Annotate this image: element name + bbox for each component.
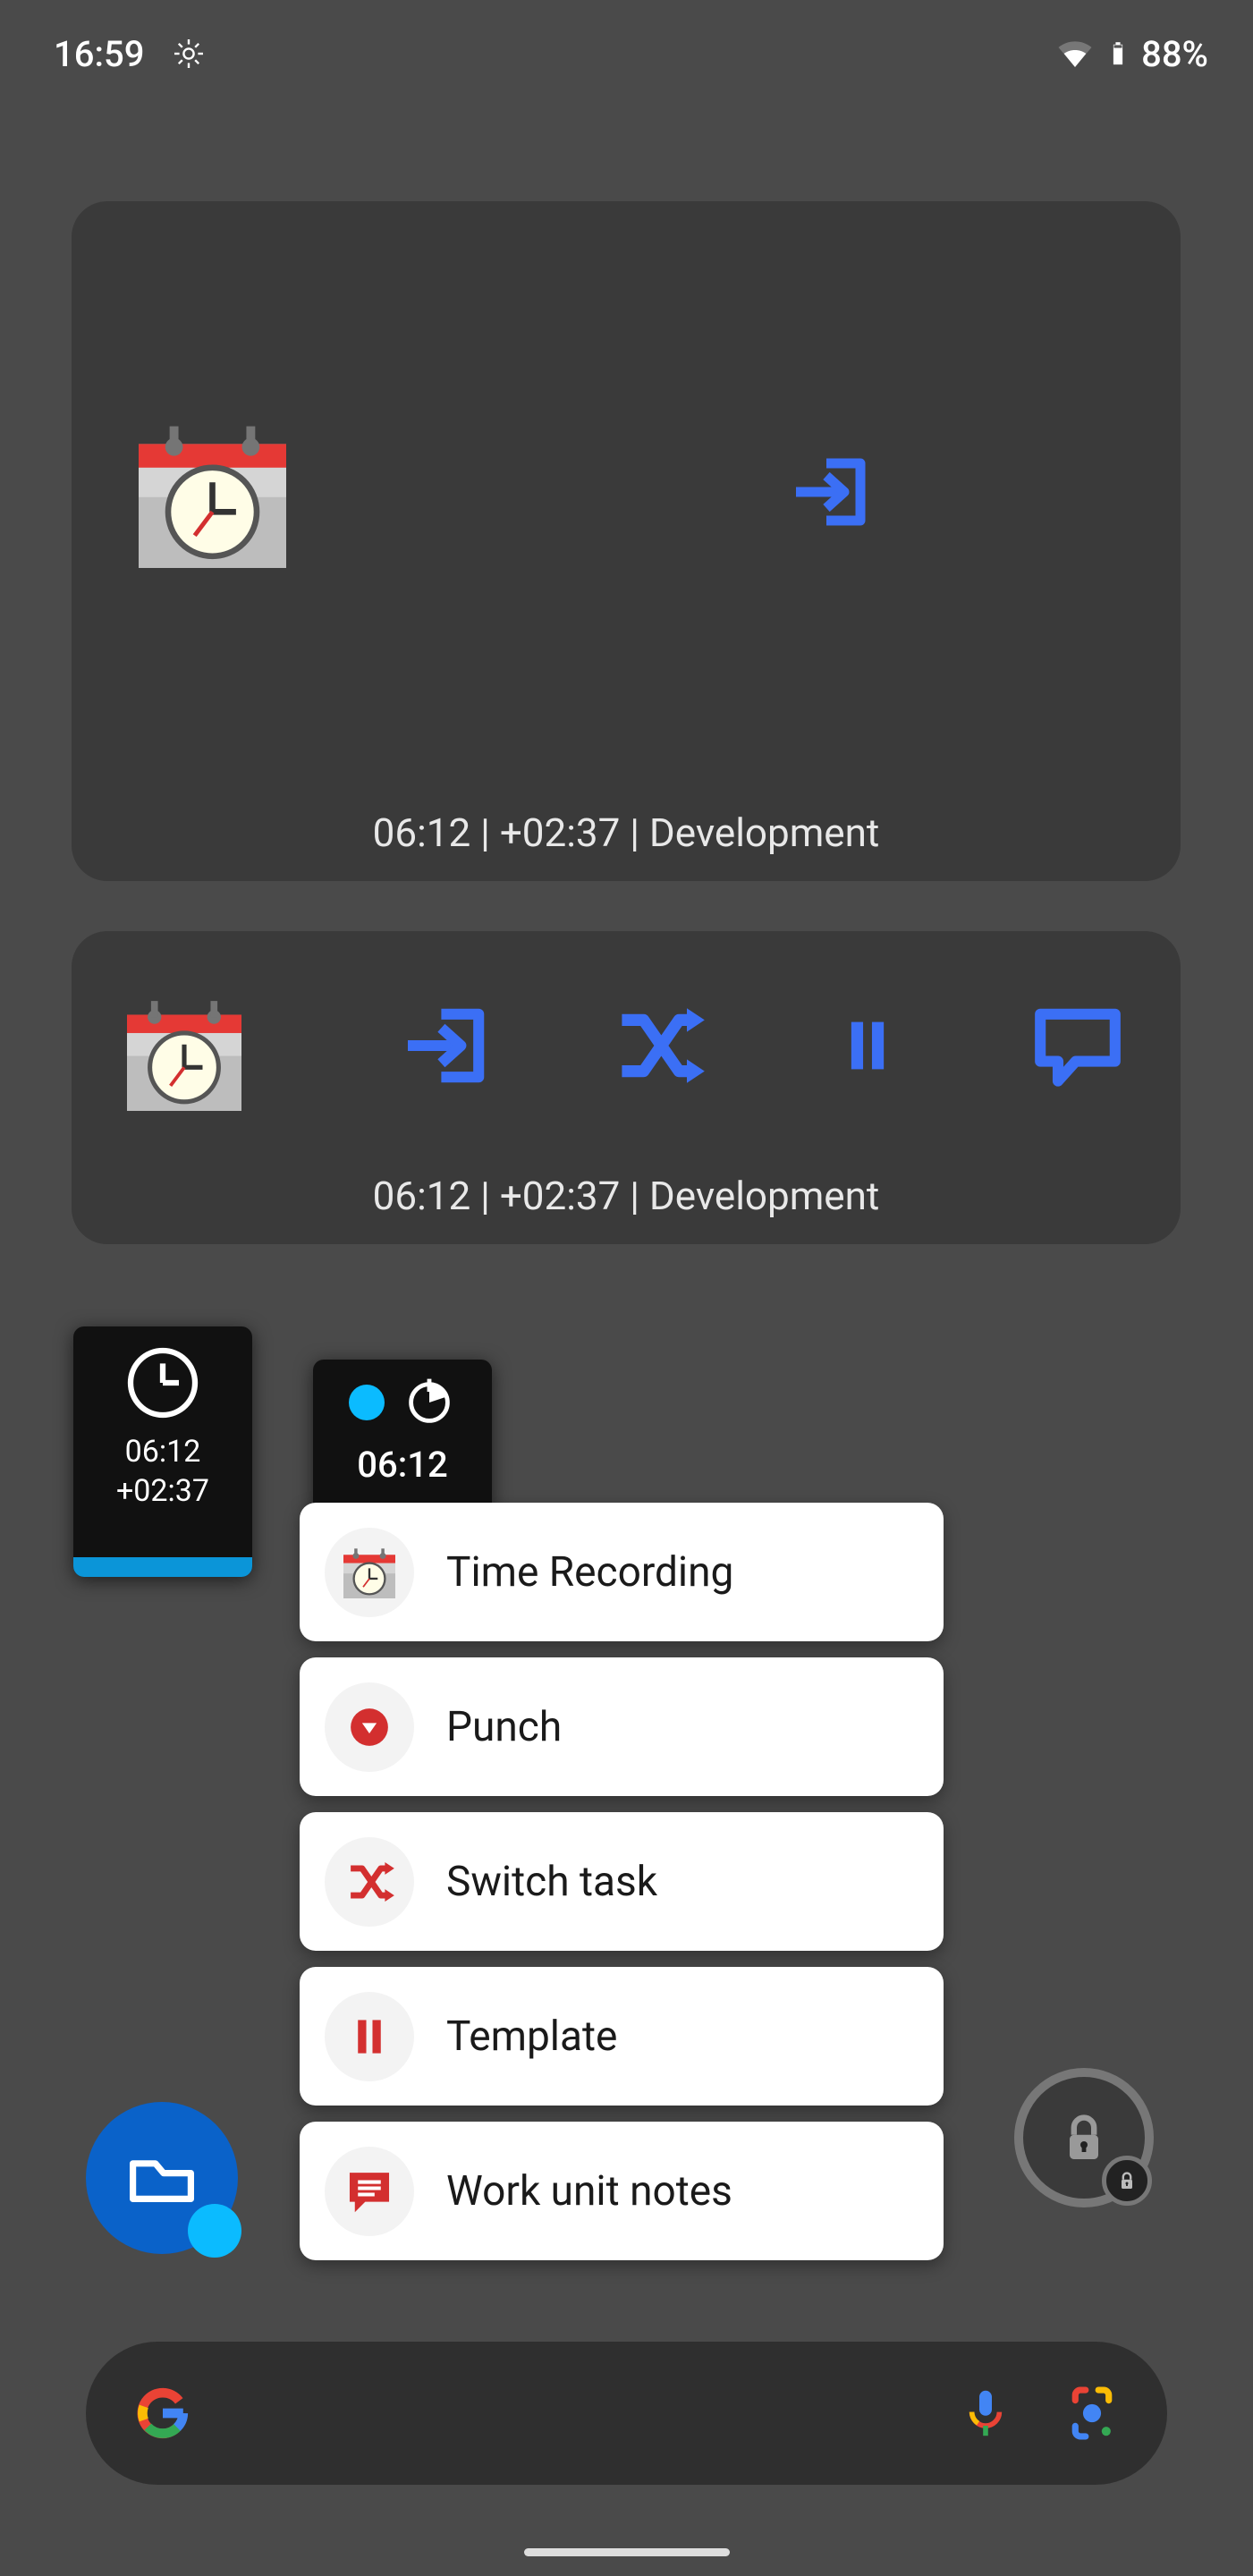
time-recording-widget-large[interactable]: 06:12 | +02:37 | Development [72, 201, 1181, 881]
time-recording-widget-small[interactable]: 06:12 +02:37 [73, 1326, 252, 1577]
mini-widget-time: 06:12 [73, 1432, 252, 1471]
voice-search-icon[interactable] [954, 2382, 1017, 2445]
brightness-icon [171, 36, 207, 72]
google-lens-icon[interactable] [1060, 2381, 1124, 2445]
check-in-button[interactable] [398, 996, 496, 1095]
status-time: 16:59 [54, 33, 144, 75]
status-bar: 16:59 88% [0, 0, 1253, 107]
files-app-icon[interactable] [86, 2102, 238, 2254]
time-recording-app-icon [139, 420, 286, 568]
shortcut-label: Work unit notes [446, 2167, 732, 2216]
clock-icon [123, 1343, 203, 1423]
battery-icon [1104, 32, 1132, 75]
status-dot-icon [349, 1385, 385, 1420]
widget-mid-status: 06:12 | +02:37 | Development [72, 1173, 1181, 1219]
shortcut-label: Template [446, 2012, 617, 2061]
shortcut-label: Switch task [446, 1858, 657, 1906]
switch-task-icon [325, 1837, 414, 1927]
time-recording-widget-toolbar[interactable]: 06:12 | +02:37 | Development [72, 931, 1181, 1244]
shortcut-work-unit-notes[interactable]: Work unit notes [300, 2122, 944, 2260]
shortcut-label: Punch [446, 1703, 562, 1751]
pause-button[interactable] [818, 996, 917, 1095]
folder-icon [122, 2138, 202, 2218]
check-in-icon[interactable] [787, 447, 876, 537]
lock-app-icon[interactable] [1014, 2068, 1154, 2207]
shortcut-punch[interactable]: Punch [300, 1657, 944, 1796]
time-recording-widget-compact[interactable]: 06:12 [313, 1360, 492, 1519]
notes-button[interactable] [1029, 996, 1127, 1095]
mini-widget-progress [73, 1557, 252, 1577]
notes-icon [325, 2147, 414, 2236]
widget-large-status: 06:12 | +02:37 | Development [72, 809, 1181, 856]
mini-widget-delta: +02:37 [73, 1471, 252, 1511]
app-shortcut-menu: Time Recording Punch Switch task Templat… [300, 1503, 944, 2260]
punch-icon [325, 1682, 414, 1772]
shortcut-template[interactable]: Template [300, 1967, 944, 2106]
shortcut-switch-task[interactable]: Switch task [300, 1812, 944, 1951]
template-icon [325, 1992, 414, 2081]
compact-widget-time: 06:12 [313, 1444, 492, 1486]
shortcut-time-recording[interactable]: Time Recording [300, 1503, 944, 1641]
battery-percent: 88% [1141, 33, 1208, 75]
shortcut-label: Time Recording [446, 1548, 733, 1597]
wifi-icon [1055, 34, 1095, 73]
app-badge-icon [188, 2204, 241, 2258]
navigation-handle[interactable] [524, 2548, 730, 2556]
time-recording-app-icon [127, 996, 241, 1111]
switch-task-button[interactable] [608, 996, 707, 1095]
time-recording-app-icon [325, 1528, 414, 1617]
pie-icon [402, 1376, 456, 1429]
google-logo-icon [129, 2379, 197, 2447]
google-search-bar[interactable] [86, 2342, 1167, 2485]
lock-badge-icon [1102, 2156, 1152, 2206]
